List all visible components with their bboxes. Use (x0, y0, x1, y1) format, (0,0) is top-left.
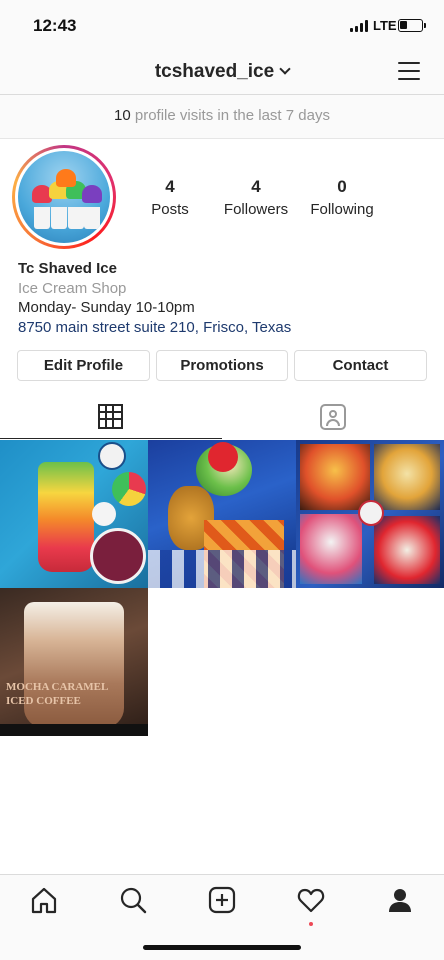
visits-count: 10 (114, 107, 131, 124)
profile-visits-banner[interactable]: 10 profile visits in the last 7 days (0, 95, 444, 139)
business-hours: Monday- Sunday 10-10pm (18, 299, 195, 316)
grid-icon (98, 404, 123, 429)
promotions-button[interactable]: Promotions (156, 350, 288, 381)
following-stat[interactable]: 0 Following (297, 177, 387, 218)
post-thumbnail[interactable] (148, 440, 296, 588)
followers-stat[interactable]: 4 Followers (211, 177, 301, 218)
status-time: 12:43 (33, 16, 77, 35)
post-thumbnail[interactable]: MOCHA CARAMEL ICED COFFEE (0, 588, 148, 736)
following-count: 0 (337, 177, 347, 196)
avatar-image (18, 151, 110, 243)
posts-stat[interactable]: 4 Posts (125, 177, 215, 218)
business-address-link[interactable]: 8750 main street suite 210, Frisco, Texa… (18, 318, 428, 338)
status-bar: 12:43 LTE (0, 0, 444, 52)
tab-grid[interactable] (0, 395, 222, 439)
following-label: Following (310, 201, 374, 218)
account-switcher[interactable]: tcshaved_ice (0, 61, 444, 83)
signal-icon (350, 20, 370, 32)
profile-bio: Tc Shaved Ice Ice Cream Shop Monday- Sun… (18, 259, 428, 337)
post-thumbnail[interactable] (296, 440, 444, 588)
profile-name: Tc Shaved Ice (18, 260, 117, 277)
post-caption: MOCHA CARAMEL ICED COFFEE (6, 681, 109, 707)
home-icon[interactable] (29, 885, 59, 915)
search-icon[interactable] (118, 885, 148, 915)
chevron-down-icon[interactable] (279, 63, 291, 75)
tab-tagged[interactable] (222, 395, 444, 439)
profile-tabs (0, 395, 444, 439)
home-indicator[interactable] (143, 945, 301, 950)
battery-icon (398, 19, 426, 32)
notification-dot (309, 922, 313, 926)
profile-header: tcshaved_ice (0, 52, 444, 95)
avatar[interactable] (12, 145, 116, 249)
followers-count: 4 (251, 177, 261, 196)
post-thumbnail[interactable] (0, 440, 148, 588)
network-type: LTE (373, 18, 397, 33)
menu-icon[interactable] (398, 61, 420, 81)
edit-profile-button[interactable]: Edit Profile (17, 350, 150, 381)
contact-button[interactable]: Contact (294, 350, 427, 381)
visits-text: profile visits in the last 7 days (134, 107, 330, 124)
new-post-icon[interactable] (207, 885, 237, 915)
followers-label: Followers (223, 201, 289, 218)
tagged-icon (320, 404, 346, 430)
username[interactable]: tcshaved_ice (155, 61, 274, 82)
activity-icon[interactable] (296, 885, 326, 926)
posts-count: 4 (165, 177, 175, 196)
profile-category: Ice Cream Shop (18, 279, 127, 297)
profile-icon[interactable] (385, 885, 415, 915)
posts-label: Posts (151, 201, 189, 218)
